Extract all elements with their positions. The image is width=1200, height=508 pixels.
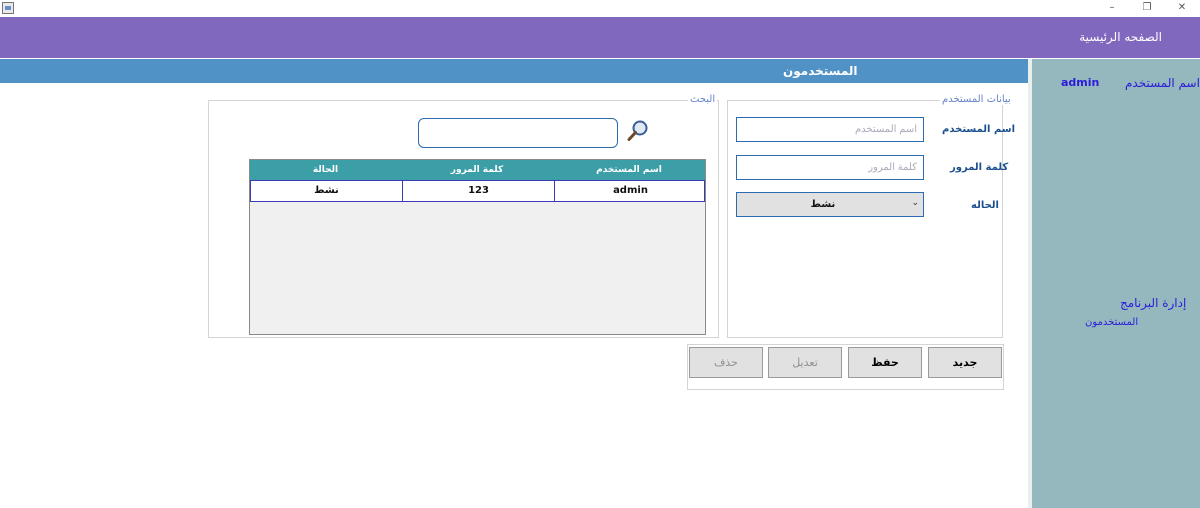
close-button[interactable]: ✕ xyxy=(1167,0,1197,16)
sidebar-username-value: admin xyxy=(1061,76,1100,89)
chevron-down-icon: ⌄ xyxy=(911,198,919,208)
table-cell-password: 123 xyxy=(402,181,554,201)
password-field-label: كلمة المرور xyxy=(950,162,1009,173)
search-input[interactable] xyxy=(418,118,618,148)
user-data-group-title: بيانات المستخدم xyxy=(940,94,1013,105)
sidebar xyxy=(1032,59,1200,508)
table-cell-status: نشط xyxy=(314,185,339,196)
home-link[interactable]: الصفحه الرئيسية xyxy=(1079,30,1162,44)
sidebar-item-program-admin[interactable]: إدارة البرنامج xyxy=(1120,296,1186,310)
search-icon[interactable] xyxy=(626,119,650,143)
username-field-label: اسم المستخدم xyxy=(942,124,1016,135)
page-title-strip: المستخدمون xyxy=(0,59,1028,83)
password-field[interactable] xyxy=(736,155,924,180)
username-field[interactable] xyxy=(736,117,924,142)
column-header-password[interactable]: كلمة المرور xyxy=(401,160,553,180)
table-header: الحالة كلمة المرور اسم المستخدم xyxy=(250,160,705,180)
table-row[interactable]: نشط 123 admin xyxy=(250,180,705,202)
window-titlebar: – ❐ ✕ xyxy=(0,0,1200,17)
status-select[interactable]: نشط ⌄ xyxy=(736,192,924,217)
column-header-status[interactable]: الحالة xyxy=(250,160,401,180)
save-button[interactable]: حفظ xyxy=(848,347,922,378)
sidebar-username-label: اسم المستخدم xyxy=(1125,76,1200,90)
app-header: الصفحه الرئيسية xyxy=(0,17,1200,58)
page-title: المستخدمون xyxy=(783,64,858,78)
status-field-label: الحاله xyxy=(971,200,999,211)
search-group-title: البحث xyxy=(688,94,718,105)
sidebar-item-users[interactable]: المستخدمون xyxy=(1085,317,1138,328)
table-cell-username: admin xyxy=(554,181,706,201)
minimize-button[interactable]: – xyxy=(1097,0,1127,16)
new-button[interactable]: جديد xyxy=(928,347,1002,378)
restore-button[interactable]: ❐ xyxy=(1132,0,1162,16)
column-header-username[interactable]: اسم المستخدم xyxy=(553,160,705,180)
delete-button[interactable]: حذف xyxy=(689,347,763,378)
users-table: الحالة كلمة المرور اسم المستخدم نشط 123 … xyxy=(249,159,706,335)
app-icon xyxy=(2,2,14,14)
status-select-value: نشط xyxy=(810,199,836,210)
edit-button[interactable]: تعديل xyxy=(768,347,842,378)
